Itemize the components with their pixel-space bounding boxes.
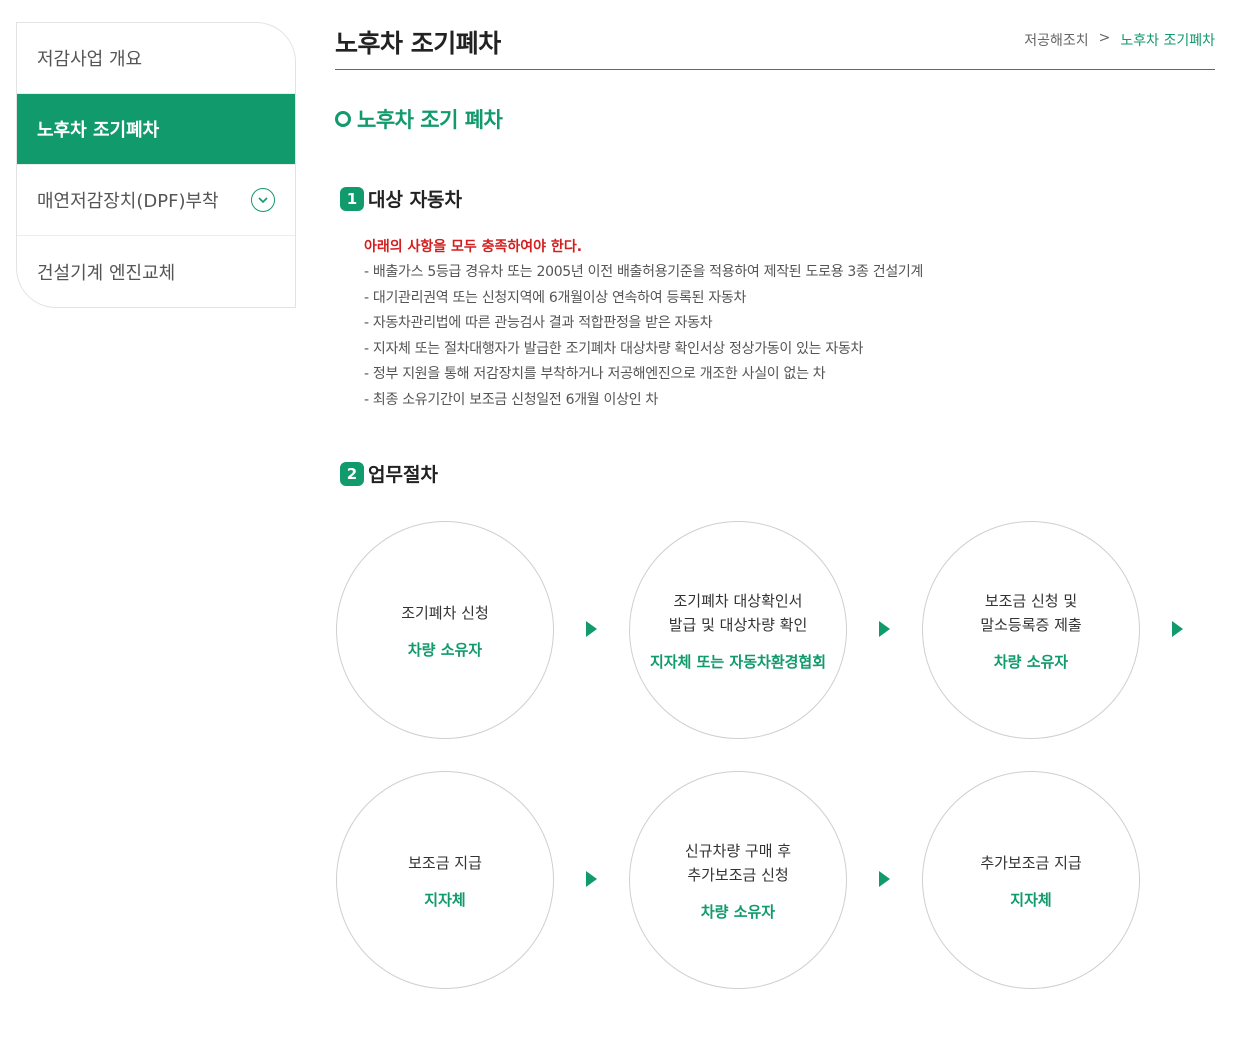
step-actor: 차량 소유자 [700,902,776,921]
section-title: 노후차 조기 폐차 [335,104,503,134]
number-badge: 2 [340,461,364,486]
procedure-heading: 2 업무절차 [340,460,438,487]
arrow-right-icon [879,621,890,637]
step-actor: 차량 소유자 [993,652,1069,671]
step-label: 추가보조금 신청 [687,865,789,884]
sidebar-item-label: 건설기계 엔진교체 [37,262,176,284]
step-actor: 지자체 또는 자동차환경협회 [649,652,827,671]
page-title: 노후차 조기폐차 [335,29,501,58]
target-heading: 1 대상 자동차 [340,185,462,212]
requirement-item: - 자동차관리법에 따른 관능검사 결과 적합판정을 받은 자동차 [364,315,713,332]
page-header: 노후차 조기폐차 저공해조치 > 노후차 조기폐차 [335,20,1215,70]
chevron-down-icon[interactable] [251,188,275,212]
step-label: 보조금 지급 [408,853,482,872]
step-actor: 지자체 [1010,890,1052,909]
requirement-item: - 정부 지원을 통해 저감장치를 부착하거나 저공해엔진으로 개조한 사실이 … [364,366,826,383]
breadcrumb: 저공해조치 > 노후차 조기폐차 [1024,30,1215,50]
procedure-step-6: 추가보조금 지급 지자체 [922,771,1140,989]
requirements: 아래의 사항을 모두 충족하여야 한다. - 배출가스 5등급 경유차 또는 2… [364,236,923,414]
ring-bullet-icon [335,111,351,127]
requirement-item: - 배출가스 5등급 경유차 또는 2005년 이전 배출허용기준을 적용하여 … [364,264,924,280]
procedure-step-3: 보조금 신청 및 말소등록증 제출 차량 소유자 [922,521,1140,739]
step-label: 조기폐차 신청 [401,603,489,622]
step-label: 말소등록증 제출 [980,615,1082,634]
step-actor: 차량 소유자 [407,640,483,659]
step-label: 발급 및 대상차량 확인 [668,615,808,634]
procedure-step-2: 조기폐차 대상확인서 발급 및 대상차량 확인 지자체 또는 자동차환경협회 [629,521,847,739]
breadcrumb-separator: > [1098,30,1111,46]
section-title-text: 노후차 조기 폐차 [357,108,503,132]
requirement-item: - 최종 소유기간이 보조금 신청일전 6개월 이상인 차 [364,391,659,408]
sidebar-item-label: 매연저감장치(DPF)부착 [37,191,219,212]
breadcrumb-current: 노후차 조기폐차 [1120,33,1215,49]
procedure-step-1: 조기폐차 신청 차량 소유자 [336,521,554,739]
sidebar-item-dpf[interactable]: 매연저감장치(DPF)부착 [17,165,295,236]
requirement-item: - 대기관리권역 또는 신청지역에 6개월이상 연속하여 등록된 자동차 [364,289,747,306]
procedure-heading-text: 업무절차 [368,464,438,486]
step-label: 조기폐차 대상확인서 [673,591,803,610]
sidebar-item-label: 노후차 조기폐차 [37,120,160,141]
arrow-right-icon [1172,621,1183,637]
target-heading-text: 대상 자동차 [368,189,463,211]
requirement-notice: 아래의 사항을 모두 충족하여야 한다. [364,239,583,255]
breadcrumb-parent[interactable]: 저공해조치 [1024,30,1088,50]
step-label: 보조금 신청 및 [984,591,1078,610]
sidebar-item-label: 저감사업 개요 [37,49,143,70]
sidebar-item-overview[interactable]: 저감사업 개요 [17,23,295,94]
arrow-right-icon [586,621,597,637]
step-actor: 지자체 [424,890,466,909]
sidebar: 저감사업 개요 노후차 조기폐차 매연저감장치(DPF)부착 건설기계 엔진교체 [16,22,296,308]
step-label: 신규차량 구매 후 [684,841,792,860]
sidebar-item-engine-replace[interactable]: 건설기계 엔진교체 [17,236,295,307]
step-label: 추가보조금 지급 [980,853,1082,872]
procedure-step-4: 보조금 지급 지자체 [336,771,554,989]
arrow-right-icon [586,871,597,887]
requirement-item: - 지자체 또는 절차대행자가 발급한 조기폐차 대상차량 확인서상 정상가동이… [364,340,864,357]
arrow-right-icon [879,871,890,887]
requirement-list: - 배출가스 5등급 경유차 또는 2005년 이전 배출허용기준을 적용하여 … [364,260,923,414]
procedure-step-5: 신규차량 구매 후 추가보조금 신청 차량 소유자 [629,771,847,989]
sidebar-item-early-scrapping[interactable]: 노후차 조기폐차 [17,94,295,165]
number-badge: 1 [340,186,364,211]
